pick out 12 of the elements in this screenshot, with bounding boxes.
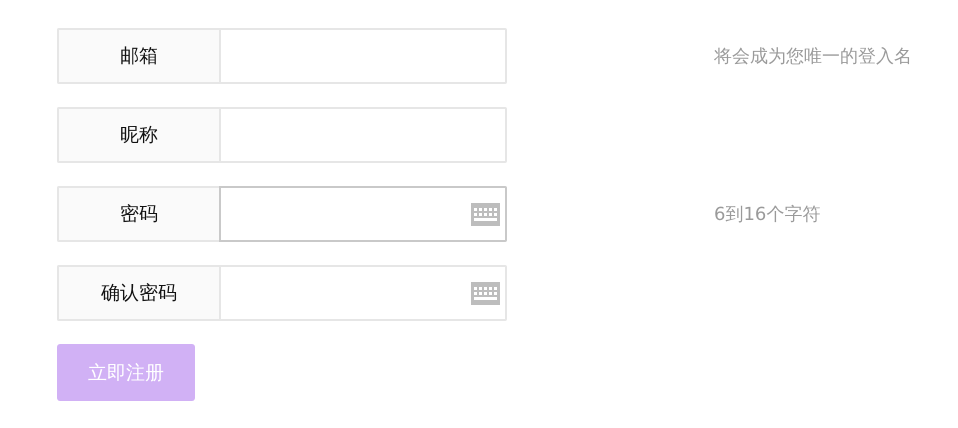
input-field[interactable] xyxy=(219,186,507,242)
field-label: 昵称 xyxy=(57,107,219,163)
input-field[interactable] xyxy=(219,107,507,163)
field-label: 密码 xyxy=(57,186,219,242)
input-field[interactable] xyxy=(219,265,507,321)
keyboard-icon[interactable] xyxy=(471,202,500,226)
field-hint: 6到16个字符 xyxy=(714,203,820,226)
field-label: 邮箱 xyxy=(57,28,219,84)
field-label: 确认密码 xyxy=(57,265,219,321)
field-hint: 将会成为您唯一的登入名 xyxy=(714,45,912,68)
input-field[interactable] xyxy=(219,28,507,84)
keyboard-icon[interactable] xyxy=(471,282,500,304)
